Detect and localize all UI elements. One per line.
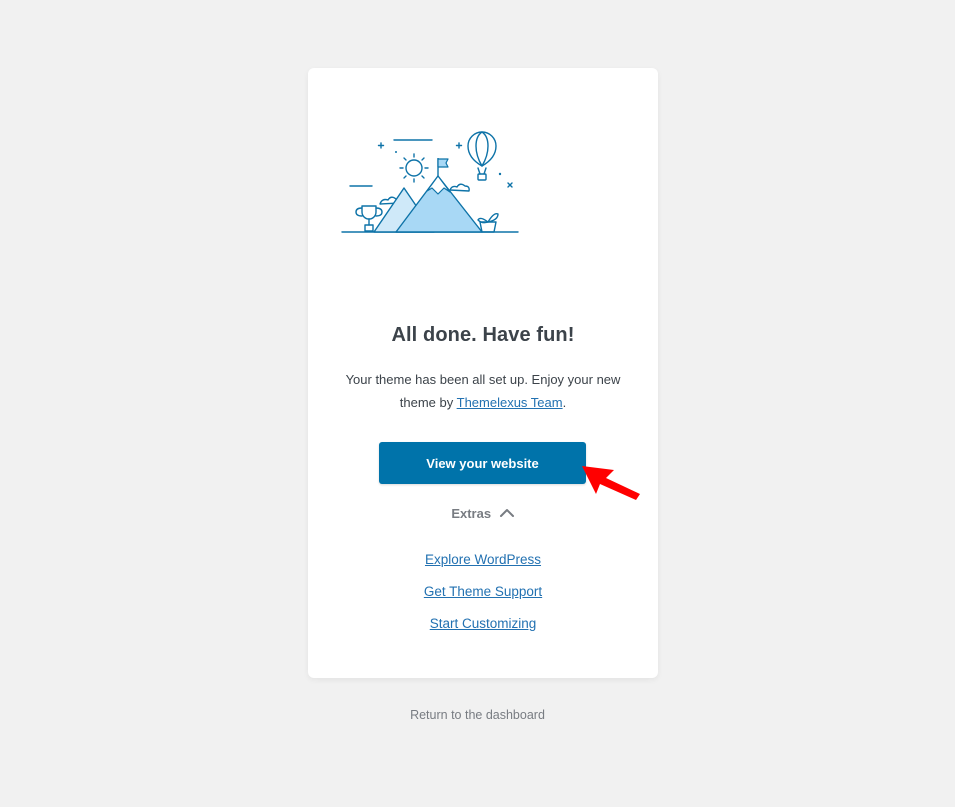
- extras-label: Extras: [451, 506, 492, 521]
- red-pointer-arrow: [582, 466, 640, 500]
- view-website-button[interactable]: View your website: [379, 442, 586, 484]
- return-to-dashboard-link[interactable]: Return to the dashboard: [0, 708, 955, 722]
- author-link[interactable]: Themelexus Team: [457, 395, 563, 410]
- start-customizing-link[interactable]: Start Customizing: [308, 615, 658, 647]
- description-text: Your theme has been all set up. Enjoy yo…: [338, 368, 628, 414]
- explore-wordpress-link[interactable]: Explore WordPress: [308, 551, 658, 583]
- get-theme-support-link[interactable]: Get Theme Support: [308, 583, 658, 615]
- chevron-up-icon: [499, 509, 514, 518]
- description-suffix: .: [562, 395, 567, 410]
- extras-links: Explore WordPress Get Theme Support Star…: [308, 551, 658, 647]
- setup-complete-card: All done. Have fun! Your theme has been …: [308, 68, 658, 678]
- mountain-flag-balloon-illustration: [341, 131, 519, 233]
- extras-toggle[interactable]: Extras: [308, 506, 658, 521]
- page-title: All done. Have fun!: [391, 324, 575, 346]
